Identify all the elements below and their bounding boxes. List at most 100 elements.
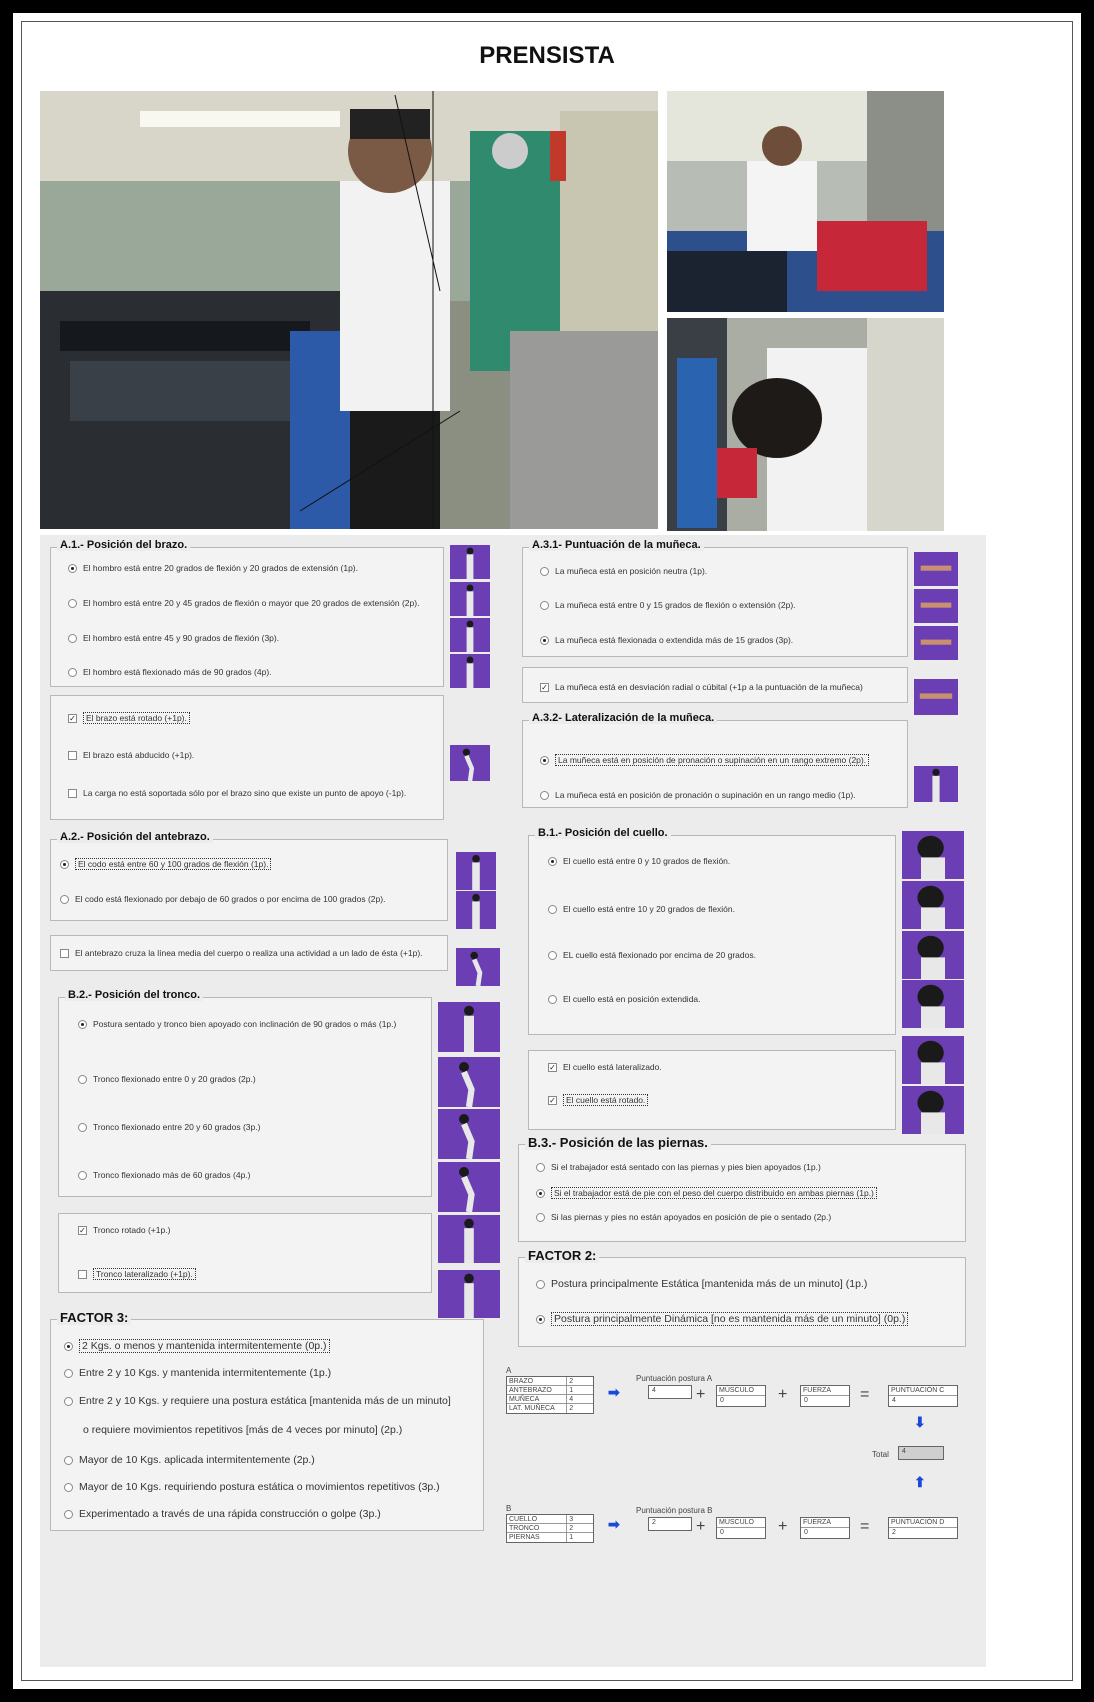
arm-abduction-icon — [450, 745, 490, 781]
a31-option[interactable]: La muñeca está en posición neutra (1p). — [540, 566, 707, 576]
radio-button[interactable] — [536, 1314, 545, 1324]
radio-button[interactable] — [548, 856, 557, 866]
b1-option[interactable]: EL cuello está flexionado por encima de … — [548, 950, 756, 960]
score-b-key: CUELLO — [507, 1515, 568, 1523]
radio-button[interactable] — [78, 1074, 87, 1084]
checkbox[interactable] — [78, 1269, 87, 1279]
b2-mod[interactable]: Tronco lateralizado (+1p). — [78, 1268, 196, 1280]
radio-button[interactable] — [64, 1455, 73, 1465]
b3-option[interactable]: Si las piernas y pies no están apoyados … — [536, 1212, 831, 1222]
b1-option[interactable]: El cuello está entre 0 y 10 grados de fl… — [548, 856, 730, 866]
radio-button[interactable] — [68, 667, 77, 677]
radio-button[interactable] — [78, 1019, 87, 1029]
b2-option[interactable]: Tronco flexionado entre 0 y 20 grados (2… — [78, 1074, 256, 1084]
radio-button[interactable] — [536, 1279, 545, 1289]
checkbox[interactable]: ✓ — [540, 682, 549, 692]
radio-button[interactable] — [68, 598, 77, 608]
a32-option[interactable]: La muñeca está en posición de pronación … — [540, 790, 856, 800]
b1-mod-label: El cuello está rotado. — [563, 1094, 649, 1106]
factor2-option[interactable]: Postura principalmente Estática [manteni… — [536, 1278, 867, 1290]
radio-button[interactable] — [540, 635, 549, 645]
checkbox[interactable]: ✓ — [548, 1095, 557, 1105]
a2-mod[interactable]: El antebrazo cruza la línea media del cu… — [60, 948, 423, 958]
equals-sign: = — [860, 1518, 870, 1535]
checkbox[interactable] — [60, 948, 69, 958]
b1-mod[interactable]: ✓ El cuello está rotado. — [548, 1094, 649, 1106]
factor3-option[interactable]: Mayor de 10 Kgs. requiriendo postura est… — [64, 1481, 440, 1493]
factor3-option-label: Mayor de 10 Kgs. aplicada intermitenteme… — [79, 1454, 315, 1466]
factor3-option[interactable]: Experimentado a través de una rápida con… — [64, 1508, 381, 1520]
a1-option-label: El hombro está flexionado más de 90 grad… — [83, 667, 272, 677]
radio-button[interactable] — [540, 566, 549, 576]
b1-option[interactable]: El cuello está en posición extendida. — [548, 994, 701, 1004]
checkbox[interactable]: ✓ — [68, 713, 77, 723]
a32-option[interactable]: La muñeca está en posición de pronación … — [540, 754, 870, 766]
a1-mod[interactable]: La carga no está soportada sólo por el b… — [68, 788, 406, 798]
fuerza-a-box[interactable]: FUERZA 0 — [800, 1385, 850, 1407]
a1-option[interactable]: El hombro está entre 20 grados de flexió… — [68, 563, 358, 573]
checkbox[interactable] — [68, 750, 77, 760]
posture-a-box: 4 — [648, 1385, 692, 1399]
radio-button[interactable] — [536, 1212, 545, 1222]
musculo-b-value: 0 — [720, 1529, 724, 1536]
radio-button[interactable] — [536, 1162, 545, 1172]
factor3-option[interactable]: Entre 2 y 10 Kgs. y mantenida intermiten… — [64, 1367, 331, 1379]
radio-button[interactable] — [68, 633, 77, 643]
b2-mod[interactable]: ✓ Tronco rotado (+1p.) — [78, 1225, 170, 1235]
page-title: PRENSISTA — [479, 42, 615, 69]
b2-option[interactable]: Postura sentado y tronco bien apoyado co… — [78, 1019, 396, 1029]
checkbox[interactable] — [68, 788, 77, 798]
fuerza-b-value: 0 — [804, 1529, 808, 1536]
radio-button[interactable] — [64, 1368, 73, 1378]
neck-icon — [902, 881, 964, 929]
a31-option[interactable]: La muñeca está flexionada o extendida má… — [540, 635, 793, 645]
radio-button[interactable] — [540, 755, 549, 765]
a31-option[interactable]: La muñeca está entre 0 y 15 grados de fl… — [540, 600, 796, 610]
b3-option[interactable]: Si el trabajador está sentado con las pi… — [536, 1162, 821, 1172]
b1-option[interactable]: El cuello está entre 10 y 20 grados de f… — [548, 904, 735, 914]
radio-button[interactable] — [548, 950, 557, 960]
factor2-legend: FACTOR 2: — [525, 1248, 600, 1263]
radio-button[interactable] — [536, 1188, 545, 1198]
a2-option-label: El codo está entre 60 y 100 grados de fl… — [75, 858, 272, 870]
a2-option[interactable]: El codo está flexionado por debajo de 60… — [60, 894, 385, 904]
radio-button[interactable] — [540, 790, 549, 800]
musculo-b-box[interactable]: MÚSCULO 0 — [716, 1517, 766, 1539]
musculo-a-box[interactable]: MÚSCULO 0 — [716, 1385, 766, 1407]
score-b-row: CUELLO 3 — [507, 1515, 593, 1524]
radio-button[interactable] — [60, 859, 69, 869]
radio-button[interactable] — [64, 1509, 73, 1519]
radio-button[interactable] — [64, 1341, 73, 1351]
factor3-option[interactable]: Mayor de 10 Kgs. aplicada intermitenteme… — [64, 1454, 315, 1466]
checkbox[interactable]: ✓ — [78, 1225, 87, 1235]
radio-button[interactable] — [68, 563, 77, 573]
a1-option[interactable]: El hombro está entre 45 y 90 grados de f… — [68, 633, 279, 643]
radio-button[interactable] — [548, 994, 557, 1004]
fuerza-b-box[interactable]: FUERZA 0 — [800, 1517, 850, 1539]
score-a-key: MUÑECA — [507, 1395, 568, 1403]
a1-option[interactable]: El hombro está entre 20 y 45 grados de f… — [68, 598, 419, 608]
checkbox[interactable]: ✓ — [548, 1062, 557, 1072]
b1-mod[interactable]: ✓ El cuello está lateralizado. — [548, 1062, 662, 1072]
b3-option[interactable]: Si el trabajador está de pie con el peso… — [536, 1187, 877, 1199]
radio-button[interactable] — [60, 894, 69, 904]
a31-mod[interactable]: ✓ La muñeca está en desviación radial o c… — [540, 682, 863, 692]
a1-option[interactable]: El hombro está flexionado más de 90 grad… — [68, 667, 272, 677]
factor3-option[interactable]: Entre 2 y 10 Kgs. y requiere una postura… — [64, 1395, 451, 1407]
radio-button[interactable] — [78, 1170, 87, 1180]
a1-option-label: El hombro está entre 20 grados de flexió… — [83, 563, 359, 573]
radio-button[interactable] — [540, 600, 549, 610]
b1-mod-label: El cuello está lateralizado. — [563, 1062, 662, 1072]
b2-option[interactable]: Tronco flexionado más de 60 grados (4p.) — [78, 1170, 251, 1180]
a1-mod[interactable]: El brazo está abducido (+1p). — [68, 750, 194, 760]
b2-option[interactable]: Tronco flexionado entre 20 y 60 grados (… — [78, 1122, 260, 1132]
radio-button[interactable] — [64, 1396, 73, 1406]
radio-button[interactable] — [64, 1482, 73, 1492]
a2-option[interactable]: El codo está entre 60 y 100 grados de fl… — [60, 858, 272, 870]
a1-mod[interactable]: ✓ El brazo está rotado (+1p). — [68, 712, 190, 724]
factor3-option[interactable]: 2 Kgs. o menos y mantenida intermitentem… — [64, 1339, 330, 1353]
radio-button[interactable] — [548, 904, 557, 914]
factor2-option[interactable]: Postura principalmente Dinámica [no es m… — [536, 1312, 909, 1326]
radio-button[interactable] — [78, 1122, 87, 1132]
wrist-icon — [914, 626, 958, 660]
